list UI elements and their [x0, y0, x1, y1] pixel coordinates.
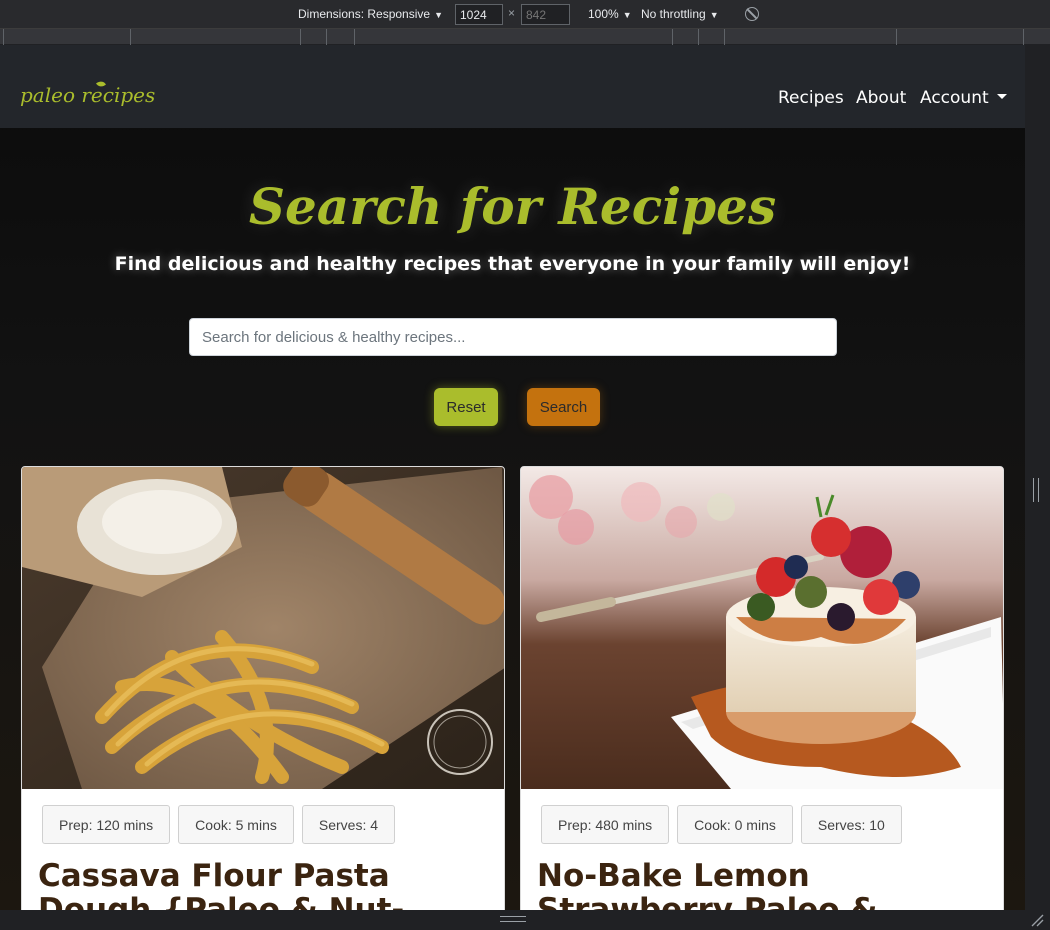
ruler-segment[interactable]: [326, 29, 327, 45]
devtools-device-toolbar: Dimensions: Responsive▼ × 100%▼ No throt…: [0, 0, 1050, 29]
hero-subtitle: Find delicious and healthy recipes that …: [114, 253, 911, 275]
caret-down-icon: ▼: [434, 10, 443, 20]
search-button[interactable]: Search: [527, 388, 600, 426]
ruler-segment[interactable]: [354, 29, 355, 45]
recipe-title[interactable]: No-Bake Lemon Strawberry Paleo & Vegan C…: [537, 859, 989, 910]
recipe-search-input[interactable]: [189, 318, 837, 356]
caret-down-icon: ▼: [622, 10, 632, 20]
page-viewport: paleo recipes Recipes About Account Sear…: [0, 45, 1025, 910]
recipe-title[interactable]: Cassava Flour Pasta Dough {Paleo & Nut-F…: [38, 859, 490, 910]
media-query-ruler: [0, 29, 1050, 45]
dimensions-dropdown[interactable]: Dimensions: Responsive ▼: [298, 7, 443, 21]
caret-down-icon: [996, 93, 1007, 99]
dimensions-label: Dimensions: Responsive: [298, 7, 431, 21]
nav-account-dropdown[interactable]: Account: [920, 88, 1007, 108]
times-icon: ×: [508, 6, 516, 20]
site-navbar: paleo recipes Recipes About Account: [0, 45, 1025, 128]
recipe-image[interactable]: [22, 467, 504, 789]
nav-link-recipes[interactable]: Recipes: [778, 88, 844, 108]
no-throttle-icon[interactable]: [745, 7, 759, 21]
recipe-meta: Prep: 480 mins Cook: 0 mins Serves: 10: [541, 805, 902, 844]
ruler-segment[interactable]: [672, 29, 673, 45]
zoom-label: 100%: [588, 7, 619, 21]
width-resize-handle[interactable]: [1033, 478, 1039, 502]
zoom-dropdown[interactable]: 100% ▼: [588, 7, 632, 21]
recipe-meta: Prep: 120 mins Cook: 5 mins Serves: 4: [42, 805, 396, 844]
nav-link-account: Account: [920, 88, 989, 108]
cook-time-badge: Cook: 0 mins: [677, 805, 793, 844]
height-resize-handle[interactable]: [500, 916, 526, 922]
brand-logo[interactable]: paleo recipes: [20, 83, 155, 107]
prep-time-badge: Prep: 480 mins: [541, 805, 670, 844]
cheesecake-photo: [521, 467, 1003, 789]
nav-link-about[interactable]: About: [856, 88, 906, 108]
ruler-segment[interactable]: [1023, 29, 1024, 45]
width-input[interactable]: [455, 4, 503, 25]
height-input[interactable]: [521, 4, 570, 25]
throttling-dropdown[interactable]: No throttling ▼: [641, 7, 719, 21]
ruler-segment[interactable]: [724, 29, 725, 45]
corner-resize-icon[interactable]: [1030, 913, 1044, 927]
throttling-label: No throttling: [641, 7, 706, 21]
hero-title: Search for Recipes: [248, 177, 777, 236]
ruler-segment[interactable]: [698, 29, 699, 45]
reset-button[interactable]: Reset: [434, 388, 498, 426]
prep-time-badge: Prep: 120 mins: [42, 805, 171, 844]
pasta-dough-photo: [22, 467, 504, 789]
ruler-segment[interactable]: [3, 29, 4, 45]
cook-time-badge: Cook: 5 mins: [178, 805, 294, 844]
serves-badge: Serves: 10: [800, 805, 902, 844]
ruler-segment[interactable]: [896, 29, 897, 45]
recipe-card[interactable]: Prep: 120 mins Cook: 5 mins Serves: 4 Ca…: [21, 466, 505, 910]
serves-badge: Serves: 4: [301, 805, 396, 844]
recipe-card[interactable]: Prep: 480 mins Cook: 0 mins Serves: 10 N…: [520, 466, 1004, 910]
recipe-image[interactable]: [521, 467, 1003, 789]
ruler-segment[interactable]: [130, 29, 131, 45]
caret-down-icon: ▼: [709, 10, 719, 20]
ruler-segment[interactable]: [300, 29, 301, 45]
